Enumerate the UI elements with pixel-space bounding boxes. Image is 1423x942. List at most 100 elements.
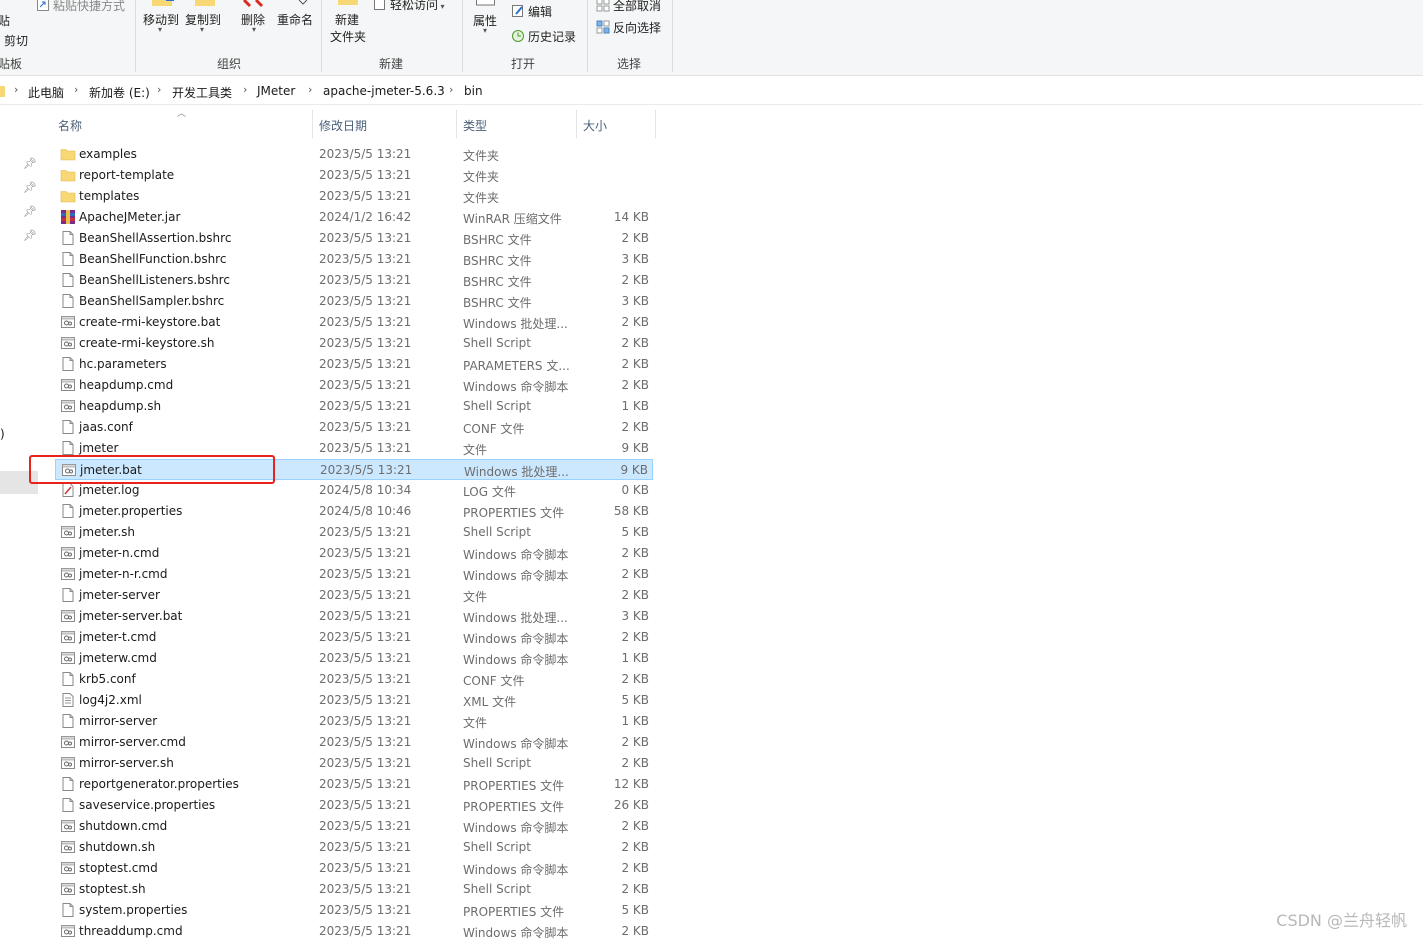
file-name: hc.parameters bbox=[79, 357, 167, 371]
script-icon bbox=[60, 314, 76, 330]
file-type: Windows 命令脚本 bbox=[463, 863, 569, 877]
file-row[interactable]: jmeter-n-r.cmd 2023/5/5 13:21 Windows 命令脚本… bbox=[55, 564, 653, 585]
pin-icon[interactable]: 📌︎ bbox=[23, 205, 37, 218]
file-modified-date: 2023/5/5 13:21 bbox=[319, 525, 412, 539]
breadcrumb-dev-tools[interactable]: 开发工具类 bbox=[172, 84, 232, 101]
file-size: 2 KB bbox=[621, 735, 649, 749]
file-row[interactable]: shutdown.sh 2023/5/5 13:21 Shell Script 2 K… bbox=[55, 837, 653, 858]
file-row[interactable]: jmeter.sh 2023/5/5 13:21 Shell Script 5 KB bbox=[55, 522, 653, 543]
file-row[interactable]: BeanShellSampler.bshrc 2023/5/5 13:21 BSHR… bbox=[55, 291, 653, 312]
file-row[interactable]: mirror-server.cmd 2023/5/5 13:21 Windows 命… bbox=[55, 732, 653, 753]
file-size: 2 KB bbox=[621, 882, 649, 896]
file-row[interactable]: report-template 2023/5/5 13:21 文件夹 bbox=[55, 165, 653, 186]
file-row[interactable]: BeanShellFunction.bshrc 2023/5/5 13:21 BSH… bbox=[55, 249, 653, 270]
breadcrumb-bin[interactable]: bin bbox=[464, 84, 483, 98]
paste-shortcut-button[interactable]: 粘贴快捷方式 bbox=[36, 0, 125, 14]
file-row[interactable]: log4j2.xml 2023/5/5 13:21 XML 文件 5 KB bbox=[55, 690, 653, 711]
file-name: stoptest.sh bbox=[79, 882, 146, 896]
script-icon bbox=[60, 545, 76, 561]
file-size: 2 KB bbox=[621, 546, 649, 560]
file-row[interactable]: system.properties 2023/5/5 13:21 PROPERTIE… bbox=[55, 900, 653, 921]
file-row[interactable]: stoptest.cmd 2023/5/5 13:21 Windows 命令脚本 2 … bbox=[55, 858, 653, 879]
file-modified-date: 2023/5/5 13:21 bbox=[319, 336, 412, 350]
file-row[interactable]: heapdump.sh 2023/5/5 13:21 Shell Script 1 K… bbox=[55, 396, 653, 417]
file-size: 9 KB bbox=[621, 441, 649, 455]
column-divider[interactable] bbox=[456, 110, 457, 138]
file-row[interactable]: create-rmi-keystore.sh 2023/5/5 13:21 Shel… bbox=[55, 333, 653, 354]
address-bar[interactable]: › 此电脑 › 新加卷 (E:) › 开发工具类 › JMeter › apac… bbox=[0, 78, 1423, 105]
file-row[interactable]: heapdump.cmd 2023/5/5 13:21 Windows 命令脚本 2 … bbox=[55, 375, 653, 396]
file-row[interactable]: create-rmi-keystore.bat 2023/5/5 13:21 Win… bbox=[55, 312, 653, 333]
rename-button[interactable]: 重命名 bbox=[277, 11, 313, 28]
file-row[interactable]: reportgenerator.properties 2023/5/5 13:21… bbox=[55, 774, 653, 795]
column-header-date[interactable]: 修改日期 bbox=[319, 117, 367, 134]
file-row[interactable]: jmeter-server.bat 2023/5/5 13:21 Windows 批… bbox=[55, 606, 653, 627]
file-row[interactable]: jaas.conf 2023/5/5 13:21 CONF 文件 2 KB bbox=[55, 417, 653, 438]
file-modified-date: 2023/5/5 13:21 bbox=[319, 231, 412, 245]
easy-access-button[interactable]: 轻松访问 ▾ bbox=[373, 0, 445, 13]
file-row[interactable]: jmeter.properties 2024/5/8 10:46 PROPERTIE… bbox=[55, 501, 653, 522]
file-name: examples bbox=[79, 147, 137, 161]
column-header-name[interactable]: 名称 bbox=[58, 117, 82, 134]
script-icon bbox=[60, 566, 76, 582]
edit-button[interactable]: 编辑 bbox=[511, 3, 552, 20]
file-size: 2 KB bbox=[621, 420, 649, 434]
file-type: Windows 命令脚本 bbox=[463, 737, 569, 751]
column-header-size[interactable]: 大小 bbox=[583, 117, 607, 134]
file-row[interactable]: mirror-server.sh 2023/5/5 13:21 Shell Scri… bbox=[55, 753, 653, 774]
pin-icon[interactable]: 📌︎ bbox=[23, 157, 37, 170]
log-icon bbox=[60, 482, 76, 498]
file-size: 2 KB bbox=[621, 924, 649, 938]
file-row[interactable]: BeanShellListeners.bshrc 2023/5/5 13:21 BS… bbox=[55, 270, 653, 291]
file-row[interactable]: hc.parameters 2023/5/5 13:21 PARAMETERS 文.… bbox=[55, 354, 653, 375]
chevron-right-icon: › bbox=[243, 83, 248, 96]
navigation-pane: 📌︎ 📌︎ 📌︎ 📌︎ ) bbox=[0, 105, 46, 939]
breadcrumb-apache-jmeter[interactable]: apache-jmeter-5.6.3 bbox=[323, 84, 445, 98]
file-type: Windows 批处理... bbox=[464, 465, 569, 479]
file-name: jmeterw.cmd bbox=[79, 651, 157, 665]
file-modified-date: 2023/5/5 13:21 bbox=[319, 588, 412, 602]
history-button[interactable]: 历史记录 bbox=[511, 28, 576, 45]
file-row[interactable]: templates 2023/5/5 13:21 文件夹 bbox=[55, 186, 653, 207]
file-row[interactable]: ApacheJMeter.jar 2024/1/2 16:42 WinRAR 压缩文… bbox=[55, 207, 653, 228]
paste-button-partial[interactable]: 贴 bbox=[0, 12, 10, 29]
file-row[interactable]: shutdown.cmd 2023/5/5 13:21 Windows 命令脚本 2 … bbox=[55, 816, 653, 837]
file-row[interactable]: jmeter-t.cmd 2023/5/5 13:21 Windows 命令脚本 2 … bbox=[55, 627, 653, 648]
nav-item-partial[interactable]: ) bbox=[0, 427, 5, 441]
script-icon bbox=[60, 650, 76, 666]
file-type: PROPERTIES 文件 bbox=[463, 800, 565, 814]
file-name: jaas.conf bbox=[79, 420, 133, 434]
easy-access-icon bbox=[374, 0, 385, 10]
file-row[interactable]: jmeter-n.cmd 2023/5/5 13:21 Windows 命令脚本 2 … bbox=[55, 543, 653, 564]
column-divider[interactable] bbox=[312, 110, 313, 138]
file-row[interactable]: BeanShellAssertion.bshrc 2023/5/5 13:21 BS… bbox=[55, 228, 653, 249]
cut-button[interactable]: 剪切 bbox=[4, 32, 28, 49]
file-row[interactable]: jmeter-server 2023/5/5 13:21 文件 2 KB bbox=[55, 585, 653, 606]
file-icon bbox=[60, 797, 76, 813]
select-none-button[interactable]: 全部取消 bbox=[596, 0, 661, 14]
file-row[interactable]: mirror-server 2023/5/5 13:21 文件 1 KB bbox=[55, 711, 653, 732]
file-row[interactable]: saveservice.properties 2023/5/5 13:21 PROP… bbox=[55, 795, 653, 816]
file-row[interactable]: jmeterw.cmd 2023/5/5 13:21 Windows 命令脚本 1 K… bbox=[55, 648, 653, 669]
file-modified-date: 2023/5/5 13:21 bbox=[319, 315, 412, 329]
pin-icon[interactable]: 📌︎ bbox=[23, 181, 37, 194]
new-folder-button[interactable]: 新建 bbox=[335, 11, 359, 28]
column-divider[interactable] bbox=[576, 110, 577, 138]
file-size: 2 KB bbox=[621, 336, 649, 350]
pin-icon[interactable]: 📌︎ bbox=[23, 229, 37, 242]
column-header-type[interactable]: 类型 bbox=[463, 117, 487, 134]
breadcrumb-jmeter[interactable]: JMeter bbox=[257, 84, 295, 98]
file-type: 文件夹 bbox=[463, 149, 500, 163]
breadcrumb-drive[interactable]: 新加卷 (E:) bbox=[89, 84, 150, 101]
invert-selection-button[interactable]: 反向选择 bbox=[596, 19, 661, 36]
column-divider[interactable] bbox=[655, 110, 656, 138]
script-icon bbox=[60, 923, 76, 939]
file-row[interactable]: stoptest.sh 2023/5/5 13:21 Shell Script 2 K… bbox=[55, 879, 653, 900]
breadcrumb-this-pc[interactable]: 此电脑 bbox=[28, 84, 64, 101]
file-type: PROPERTIES 文件 bbox=[463, 506, 565, 520]
file-row[interactable]: examples 2023/5/5 13:21 文件夹 bbox=[55, 144, 653, 165]
file-modified-date: 2023/5/5 13:21 bbox=[319, 609, 412, 623]
file-row[interactable]: krb5.conf 2023/5/5 13:21 CONF 文件 2 KB bbox=[55, 669, 653, 690]
file-modified-date: 2023/5/5 13:21 bbox=[319, 861, 412, 875]
ribbon-separator bbox=[462, 0, 463, 72]
